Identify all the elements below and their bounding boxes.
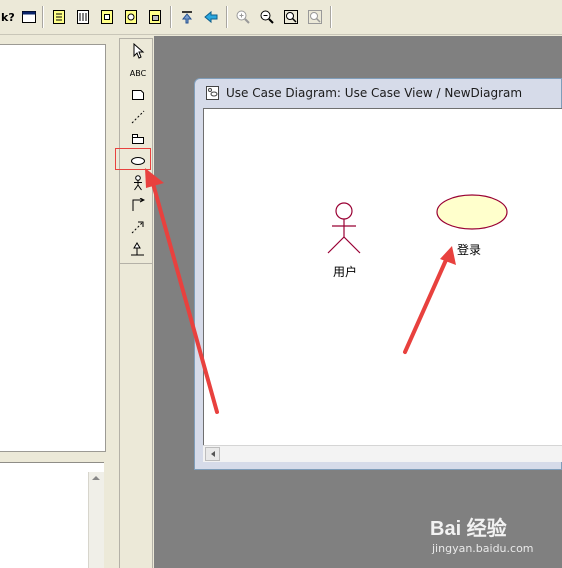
annotation-arrow-toolbox [145,168,219,414]
annotation-overlay [145,168,456,414]
annotation-arrow-usecase [403,246,456,354]
watermark-url: jingyan.baidu.com [432,542,534,555]
watermark-logo: Bai 经验 [430,518,507,540]
baidu-watermark: Bai 经验 jingyan.baidu.com [424,508,562,566]
